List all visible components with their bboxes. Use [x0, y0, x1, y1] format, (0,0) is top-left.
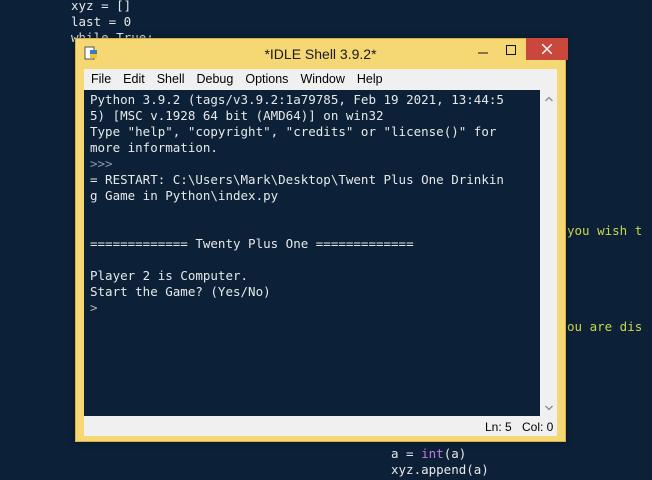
status-column-number: Col: 0: [522, 420, 554, 434]
bg-code-line-4: a = int(a): [391, 446, 466, 462]
shell-line-3: Type "help", "copyright", "credits" or "…: [90, 124, 497, 139]
shell-restart-line-2: g Game in Python\index.py: [90, 188, 279, 203]
shell-game-banner: ============= Twenty Plus One ==========…: [90, 236, 414, 251]
maximize-button[interactable]: [497, 39, 525, 60]
scroll-up-arrow-icon: [544, 96, 553, 101]
menu-debug[interactable]: Debug: [190, 69, 239, 90]
scroll-up-button[interactable]: [540, 90, 557, 107]
bg-code-line-5: xyz.append(a): [391, 462, 489, 477]
bg-code-line-1: xyz = []: [71, 0, 132, 13]
close-icon: [542, 44, 552, 54]
menu-help[interactable]: Help: [350, 69, 388, 90]
menu-window[interactable]: Window: [293, 69, 349, 90]
status-line-number: Ln: 5: [485, 420, 512, 434]
shell-restart-line-1: = RESTART: C:\Users\Mark\Desktop\Twent P…: [90, 172, 504, 187]
title-bar[interactable]: *IDLE Shell 3.9.2*: [76, 38, 568, 69]
scroll-down-button[interactable]: [540, 399, 557, 416]
menu-shell[interactable]: Shell: [150, 69, 190, 90]
menu-bar: File Edit Shell Debug Options Window Hel…: [84, 69, 557, 90]
minimize-button[interactable]: [469, 39, 497, 60]
scroll-down-arrow-icon: [544, 405, 553, 410]
shell-start-question: Start the Game? (Yes/No): [90, 284, 271, 299]
shell-line-4: more information.: [90, 140, 218, 155]
menu-edit[interactable]: Edit: [116, 69, 150, 90]
vertical-scrollbar[interactable]: [540, 90, 557, 416]
shell-prompt: >>>: [90, 156, 113, 171]
minimize-icon: [478, 52, 488, 53]
idle-shell-window: *IDLE Shell 3.9.2* File Edit Shell Debug…: [75, 38, 568, 442]
shell-line-2: 5) [MSC v.1928 64 bit (AMD64)] on win32: [90, 108, 384, 123]
menu-file[interactable]: File: [84, 69, 116, 90]
bg-code-line-4-text: a = int(a): [391, 446, 467, 461]
shell-player-line: Player 2 is Computer.: [90, 268, 249, 283]
shell-line-1: Python 3.9.2 (tags/v3.9.2:1a79785, Feb 1…: [90, 92, 504, 107]
shell-text-area[interactable]: Python 3.9.2 (tags/v3.9.2:1a79785, Feb 1…: [84, 90, 540, 416]
maximize-icon: [506, 44, 516, 55]
bg-code-fragment-1: you wish t: [567, 223, 643, 238]
status-bar: Ln: 5 Col: 0: [84, 416, 557, 436]
shell-input-prompt[interactable]: >: [90, 300, 98, 316]
close-button[interactable]: [526, 38, 568, 60]
bg-code-fragment-2: ou are dis: [567, 319, 643, 334]
menu-options[interactable]: Options: [238, 69, 293, 90]
bg-code-line-2: last = 0: [71, 14, 132, 29]
